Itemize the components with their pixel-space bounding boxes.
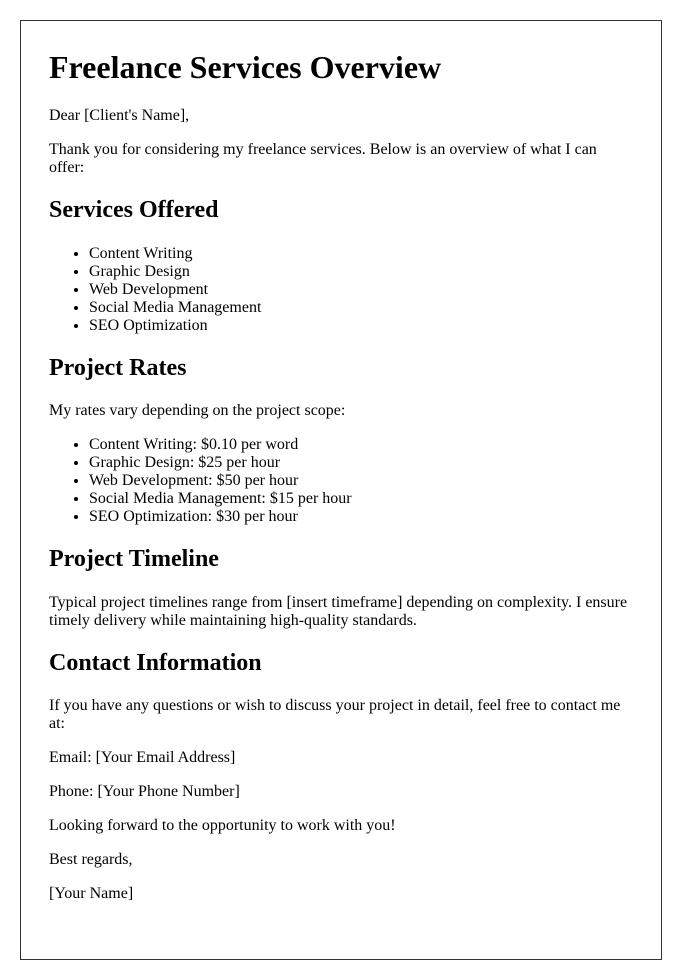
- rates-list: Content Writing: $0.10 per word Graphic …: [49, 436, 633, 526]
- rate-item: Graphic Design: $25 per hour: [89, 454, 633, 472]
- service-item: Social Media Management: [89, 299, 633, 317]
- contact-email: Email: [Your Email Address]: [49, 749, 236, 767]
- document-title: Freelance Services Overview: [49, 49, 442, 85]
- contact-phone: Phone: [Your Phone Number]: [49, 783, 240, 801]
- rate-item: Social Media Management: $15 per hour: [89, 490, 633, 508]
- service-item: Web Development: [89, 281, 633, 299]
- rates-intro: My rates vary depending on the project s…: [49, 402, 346, 420]
- contact-heading: Contact Information: [49, 649, 262, 676]
- services-heading: Services Offered: [49, 197, 219, 224]
- service-item: SEO Optimization: [89, 317, 633, 335]
- closing-line: Looking forward to the opportunity to wo…: [49, 817, 396, 835]
- service-item: Content Writing: [89, 245, 633, 263]
- letter-container: Freelance Services Overview Dear [Client…: [20, 20, 662, 960]
- service-item: Graphic Design: [89, 263, 633, 281]
- sign-off: Best regards,: [49, 851, 133, 869]
- rate-item: Web Development: $50 per hour: [89, 472, 633, 490]
- signature: [Your Name]: [49, 885, 134, 903]
- timeline-paragraph: Typical project timelines range from [in…: [49, 593, 628, 629]
- intro-paragraph: Thank you for considering my freelance s…: [49, 141, 597, 177]
- rates-heading: Project Rates: [49, 354, 187, 381]
- rate-item: SEO Optimization: $30 per hour: [89, 508, 633, 526]
- rate-item: Content Writing: $0.10 per word: [89, 436, 633, 454]
- greeting: Dear [Client's Name],: [49, 107, 190, 125]
- contact-paragraph: If you have any questions or wish to dis…: [49, 697, 621, 733]
- services-list: Content Writing Graphic Design Web Devel…: [49, 245, 633, 335]
- timeline-heading: Project Timeline: [49, 546, 219, 573]
